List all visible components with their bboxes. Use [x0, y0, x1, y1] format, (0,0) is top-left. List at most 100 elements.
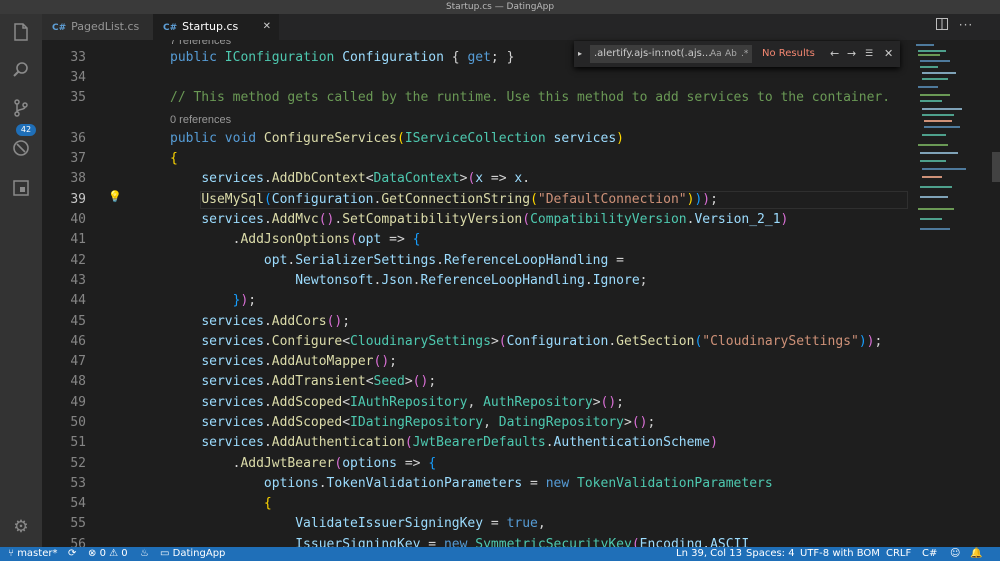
- lightbulb-icon[interactable]: 💡: [108, 190, 122, 203]
- tab-label: Startup.cs: [182, 20, 239, 33]
- line-number: 41: [70, 232, 86, 247]
- code-line: UseMySql(Configuration.GetConnectionStri…: [201, 192, 718, 207]
- line-number: 45: [70, 314, 86, 329]
- error-icon: ⊗: [88, 548, 97, 559]
- line-number: 43: [70, 273, 86, 288]
- sync-icon[interactable]: ⟳: [68, 547, 76, 561]
- code-line: {: [170, 151, 178, 166]
- debug-icon[interactable]: [10, 138, 32, 160]
- line-number: 48: [70, 374, 86, 389]
- line-number: 53: [70, 476, 86, 491]
- branch-status[interactable]: ⑂ master*: [8, 547, 57, 561]
- git-branch-icon: ⑂: [8, 548, 14, 559]
- line-number: 34: [70, 70, 86, 85]
- code-line: .AddJwtBearer(options => {: [170, 456, 437, 471]
- code-line: // This method gets called by the runtim…: [170, 90, 891, 105]
- explorer-icon[interactable]: [10, 22, 32, 44]
- search-icon[interactable]: [10, 60, 32, 82]
- code-line: opt.SerializerSettings.ReferenceLoopHand…: [263, 253, 624, 268]
- code-line: Newtonsoft.Json.ReferenceLoopHandling.Ig…: [295, 273, 648, 288]
- close-icon[interactable]: ✕: [884, 45, 893, 63]
- code-line: services.AddScoped<IAuthRepository, Auth…: [201, 395, 624, 410]
- code-line: services.AddDbContext<DataContext>(x => …: [201, 171, 531, 186]
- csharp-file-icon: C#: [163, 23, 178, 33]
- encoding[interactable]: UTF-8 with BOM: [800, 547, 880, 561]
- error-count: 0: [99, 548, 106, 559]
- source-control-icon[interactable]: [10, 98, 32, 120]
- window-title: Startup.cs — DatingApp: [0, 0, 1000, 14]
- line-number: 44: [70, 293, 86, 308]
- line-number: 55: [70, 516, 86, 531]
- smiley-icon[interactable]: ☺: [950, 547, 960, 561]
- find-results: No Results: [762, 48, 815, 59]
- line-number: 56: [70, 537, 86, 547]
- code-line: ValidateIssuerSigningKey = true,: [295, 516, 546, 531]
- code-line: services.Configure<CloudinarySettings>(C…: [201, 334, 883, 349]
- warning-count: 0: [121, 548, 128, 559]
- line-ending[interactable]: CRLF: [886, 547, 911, 561]
- code-line: .AddJsonOptions(opt => {: [170, 232, 421, 247]
- minimap-slider[interactable]: [992, 152, 1000, 182]
- tab-startup[interactable]: C# Startup.cs ✕: [153, 14, 279, 40]
- line-number: 46: [70, 334, 86, 349]
- gear-icon[interactable]: ⚙: [10, 516, 32, 538]
- toggle-replace-icon[interactable]: ▸: [578, 45, 582, 63]
- line-number: 35: [70, 90, 86, 105]
- code-line: services.AddTransient<Seed>();: [201, 374, 437, 389]
- line-number: 49: [70, 395, 86, 410]
- previous-match-icon[interactable]: ←: [830, 45, 839, 63]
- flame-icon[interactable]: ♨: [140, 547, 149, 561]
- split-editor-icon[interactable]: [934, 18, 950, 33]
- whole-word-toggle[interactable]: Ab: [725, 45, 737, 63]
- code-line: public void ConfigureServices(IServiceCo…: [170, 131, 624, 146]
- line-number: 33: [70, 50, 86, 65]
- folder-icon: ▭: [160, 548, 170, 559]
- csharp-file-icon: C#: [52, 23, 67, 33]
- scm-badge: 42: [16, 124, 36, 136]
- minimap[interactable]: [908, 40, 1000, 547]
- line-number: 51: [70, 435, 86, 450]
- code-line: {: [263, 496, 272, 511]
- project-status[interactable]: ▭ DatingApp: [160, 547, 225, 561]
- extensions-icon[interactable]: [10, 178, 32, 200]
- find-widget: ▸ .alertify.ajs-in:not(.ajs... Aa Ab .* …: [574, 41, 900, 67]
- tab-bar: C# PagedList.cs C# Startup.cs ✕ ···: [42, 14, 1000, 40]
- code-line: services.AddScoped<IDatingRepository, Da…: [201, 415, 656, 430]
- bell-icon[interactable]: 🔔: [970, 547, 982, 561]
- line-number: 38: [70, 171, 86, 186]
- line-number: 42: [70, 253, 86, 268]
- more-actions-icon[interactable]: ···: [958, 18, 974, 32]
- code-line: });: [232, 293, 257, 308]
- code-line: services.AddAutoMapper();: [201, 354, 397, 369]
- tab-label: PagedList.cs: [71, 20, 140, 33]
- language-mode[interactable]: C#: [922, 547, 937, 561]
- line-number: 52: [70, 456, 86, 471]
- activity-bar: 42 ⚙: [0, 14, 42, 547]
- line-number: 40: [70, 212, 86, 227]
- codelens-references[interactable]: 7 references: [170, 40, 231, 48]
- indentation[interactable]: Spaces: 4: [746, 547, 795, 561]
- match-case-toggle[interactable]: Aa: [710, 45, 722, 63]
- codelens-references[interactable]: 0 references: [170, 113, 231, 127]
- line-number: 36: [70, 131, 86, 146]
- cursor-position[interactable]: Ln 39, Col 13: [676, 547, 742, 561]
- tab-pagedlist[interactable]: C# PagedList.cs: [42, 14, 153, 40]
- problems-status[interactable]: ⊗ 0 ⚠ 0: [88, 547, 128, 561]
- code-editor[interactable]: 7 references 0 references 💡 33 public ICo…: [42, 40, 908, 547]
- code-line: IssuerSigningKey = new SymmetricSecurity…: [295, 537, 750, 547]
- line-number: 37: [70, 151, 86, 166]
- close-icon[interactable]: ✕: [263, 14, 271, 40]
- code-line: services.AddAuthentication(JwtBearerDefa…: [201, 435, 718, 450]
- branch-name: master*: [17, 548, 58, 559]
- find-in-selection-icon[interactable]: ☰: [865, 45, 873, 63]
- code-line: public IConfiguration Configuration { ge…: [170, 50, 515, 65]
- next-match-icon[interactable]: →: [847, 45, 856, 63]
- code-line: options.TokenValidationParameters = new …: [263, 476, 773, 491]
- regex-toggle[interactable]: .*: [741, 45, 748, 63]
- code-line: services.AddCors();: [201, 314, 351, 329]
- line-number: 47: [70, 354, 86, 369]
- warning-icon: ⚠: [109, 548, 119, 559]
- code-line: services.AddMvc().SetCompatibilityVersio…: [201, 212, 789, 227]
- line-number: 39: [70, 192, 86, 207]
- line-number: 54: [70, 496, 86, 511]
